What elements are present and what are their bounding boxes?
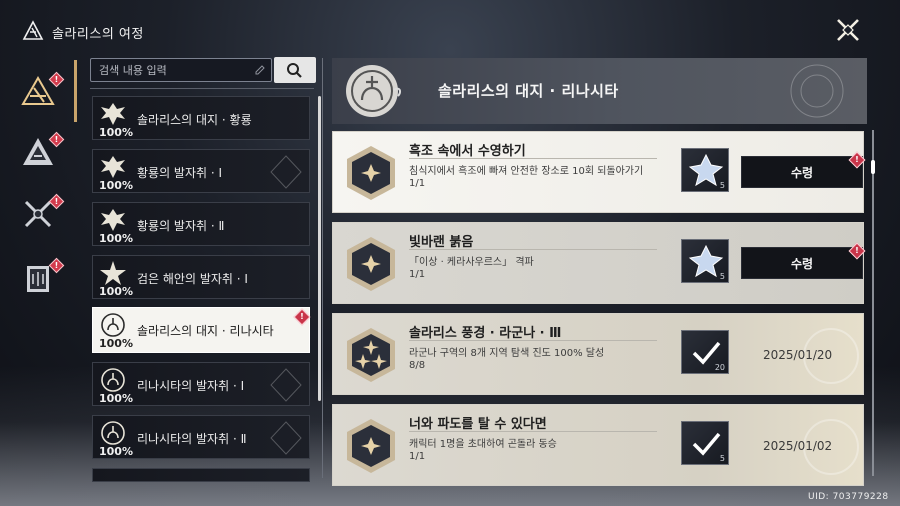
page-title: 솔라리스의 여정 — [52, 27, 144, 42]
completion-percent: 100% — [99, 337, 133, 350]
list-item[interactable]: 100% 솔라리스의 대지 · 황룡 — [92, 96, 310, 140]
achievement-title: 너와 파도를 탈 수 있다면 — [409, 417, 547, 432]
list-item-partial[interactable] — [92, 468, 310, 482]
achievement-stars-icon — [347, 328, 395, 382]
claim-button[interactable]: 수령 — [741, 156, 863, 188]
achievement-title: 빛바랜 붉음 — [409, 235, 474, 250]
dragon-emblem-icon — [101, 156, 125, 178]
detail-header: 솔라리스의 대지 · 리나시타 — [332, 58, 867, 124]
reward-count: 20 — [714, 363, 725, 372]
reward-count: 5 — [719, 454, 725, 463]
rinascita-emblem-icon — [101, 368, 125, 392]
panel-divider — [322, 58, 323, 478]
list-item[interactable]: 100% 검은 해안의 발자취 · Ⅰ — [92, 255, 310, 299]
uid-label: UID: 703779228 — [808, 492, 889, 502]
reward-item-claimed: 5 — [681, 421, 729, 465]
rinascita-emblem-icon — [101, 421, 125, 445]
list-item[interactable]: 100% 리나시타의 발자취 · Ⅱ — [92, 415, 310, 459]
rinascita-emblem-icon — [346, 65, 402, 117]
category-nav: ! ! ! ! — [0, 60, 80, 480]
detail-scrollbar[interactable] — [872, 130, 874, 476]
top-bar: 솔라리스의 여정 — [0, 0, 900, 60]
achievement-card: 너와 파도를 탈 수 있다면 캐릭터 1명을 초대하여 곤돌라 동승 1/1 5… — [332, 404, 864, 486]
claim-button[interactable]: 수령 — [741, 247, 863, 279]
list-divider — [90, 88, 314, 89]
reward-count: 5 — [719, 181, 725, 190]
completion-date: 2025/01/20 — [763, 348, 833, 362]
list-item-title: 황룡의 발자취 · Ⅰ — [137, 166, 223, 180]
achievement-card: 흑조 속에서 수영하기 침식지에서 흑조에 빠져 안전한 장소로 10회 되돌아… — [332, 131, 866, 213]
achievement-title: 흑조 속에서 수영하기 — [409, 144, 526, 159]
star-emblem-icon — [100, 261, 126, 285]
rinascita-emblem-icon — [101, 313, 125, 337]
dragon-emblem-icon — [101, 209, 125, 231]
card-decoration — [270, 155, 302, 189]
reward-item-claimed: 20 — [681, 330, 729, 374]
reward-count: 5 — [719, 272, 725, 281]
achievement-star-icon — [347, 419, 395, 473]
list-item[interactable]: 100% 황룡의 발자취 · Ⅰ — [92, 149, 310, 193]
header-decoration — [790, 64, 844, 118]
search-icon — [287, 63, 302, 78]
achievement-description: 「이상 · 케라사우르스」 격파 — [409, 257, 534, 268]
reward-item[interactable]: 5 — [681, 239, 729, 283]
achievement-progress: 1/1 — [409, 178, 426, 189]
completion-percent: 100% — [99, 445, 133, 458]
achievement-star-icon — [347, 146, 395, 200]
achievement-progress: 8/8 — [409, 360, 426, 371]
list-item-title: 솔라리스의 대지 · 리나시타 — [137, 324, 274, 338]
card-decoration — [270, 421, 302, 455]
nav-item-collection[interactable]: ! — [18, 257, 65, 298]
nav-active-indicator — [74, 60, 77, 122]
divider — [409, 249, 657, 250]
achievement-description: 라군나 구역의 8개 지역 탐색 진도 100% 달성 — [409, 348, 605, 359]
search-field[interactable] — [90, 58, 272, 82]
search-button[interactable] — [274, 57, 316, 83]
completion-percent: 100% — [99, 179, 133, 192]
list-item-title: 리나시타의 발자취 · Ⅱ — [137, 432, 247, 446]
solaris-logo-icon — [22, 20, 44, 40]
achievement-description: 침식지에서 흑조에 빠져 안전한 장소로 10회 되돌아가기 — [409, 166, 644, 177]
list-item[interactable]: 100% 리나시타의 발자취 · Ⅰ — [92, 362, 310, 406]
list-item[interactable]: 100% 황룡의 발자취 · Ⅱ — [92, 202, 310, 246]
achievement-progress: 1/1 — [409, 451, 426, 462]
list-item-title: 리나시타의 발자취 · Ⅰ — [137, 379, 245, 393]
edit-icon — [255, 65, 265, 75]
nav-item-triangle[interactable]: ! — [18, 131, 65, 172]
card-decoration — [270, 368, 302, 402]
reward-item[interactable]: 5 — [681, 148, 729, 192]
achievement-title: 솔라리스 풍경 · 라군나 · Ⅲ — [409, 326, 562, 341]
achievement-progress: 1/1 — [409, 269, 426, 280]
completion-percent: 100% — [99, 126, 133, 139]
completion-percent: 100% — [99, 392, 133, 405]
divider — [409, 340, 657, 341]
completion-date: 2025/01/02 — [763, 439, 833, 453]
close-icon[interactable] — [834, 16, 862, 44]
achievement-card: 빛바랜 붉음 「이상 · 케라사우르스」 격파 1/1 5 수령 ! — [332, 222, 866, 304]
list-scrollbar[interactable] — [318, 96, 321, 401]
search-input[interactable] — [99, 62, 249, 78]
completion-percent: 100% — [99, 232, 133, 245]
completion-percent: 100% — [99, 285, 133, 298]
divider — [409, 431, 657, 432]
nav-item-combat[interactable]: ! — [18, 193, 65, 234]
divider — [409, 158, 657, 159]
list-item-title: 솔라리스의 대지 · 황룡 — [137, 113, 252, 127]
list-item-selected[interactable]: 100% 솔라리스의 대지 · 리나시타 — [92, 307, 310, 353]
detail-title: 솔라리스의 대지 · 리나시타 — [438, 82, 619, 100]
list-item-title: 검은 해안의 발자취 · Ⅰ — [137, 272, 248, 286]
list-item-title: 황룡의 발자취 · Ⅱ — [137, 219, 225, 233]
achievement-description: 캐릭터 1명을 초대하여 곤돌라 동승 — [409, 439, 557, 450]
dragon-emblem-icon — [101, 103, 125, 125]
achievement-card: 솔라리스 풍경 · 라군나 · Ⅲ 라군나 구역의 8개 지역 탐색 진도 10… — [332, 313, 864, 395]
achievement-star-icon — [347, 237, 395, 291]
detail-scrollbar-thumb[interactable] — [871, 160, 875, 174]
nav-item-solaris-journey[interactable]: ! — [18, 71, 65, 112]
